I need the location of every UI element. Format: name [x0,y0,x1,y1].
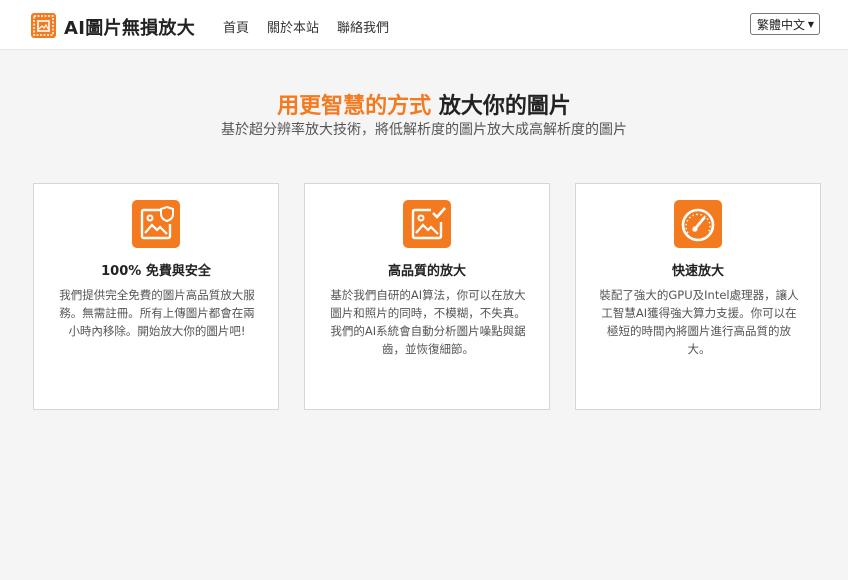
main-nav: 首頁 關於本站 聯絡我們 [223,17,407,36]
hero-title-accent: 用更智慧的方式 [277,94,432,119]
hero-title-rest: 放大你的圖片 [438,94,571,119]
dropdown-arrow-icon: ▼ [807,20,814,29]
language-select[interactable]: 繁體中文 ▼ [750,13,820,35]
photo-frame-icon[interactable] [31,13,56,38]
speedometer-icon [674,200,722,248]
feature-card-free-secure: 100% 免費與安全 我們提供完全免費的圖片高品質放大服務。無需註冊。所有上傳圖… [33,183,279,410]
top-navbar: AI圖片無損放大 首頁 關於本站 聯絡我們 繁體中文 ▼ [0,0,848,50]
image-check-icon [403,200,451,248]
site-logo-text[interactable]: AI圖片無損放大 [64,14,195,40]
feature-title: 高品質的放大 [387,264,466,279]
language-select-value: 繁體中文 [757,18,806,32]
hero-subtitle: 基於超分辨率放大技術，將低解析度的圖片放大成高解析度的圖片 [221,122,627,138]
nav-about[interactable]: 關於本站 [267,17,319,36]
feature-card-fast: 快速放大 裝配了強大的GPU及Intel處理器，讓人工智慧AI獲得強大算力支援。… [575,183,821,410]
feature-description: 裝配了強大的GPU及Intel處理器，讓人工智慧AI獲得強大算力支援。你可以在極… [599,288,799,356]
feature-description: 基於我們自研的AI算法，你可以在放大圖片和照片的同時，不模糊，不失真。我們的AI… [330,288,526,356]
feature-card-quality: 高品質的放大 基於我們自研的AI算法，你可以在放大圖片和照片的同時，不模糊，不失… [304,183,550,410]
hero-title: 用更智慧的方式 放大你的圖片 [0,88,848,120]
feature-description: 我們提供完全免費的圖片高品質放大服務。無需註冊。所有上傳圖片都會在兩小時內移除。… [59,288,255,338]
nav-home[interactable]: 首頁 [223,17,249,36]
nav-contact[interactable]: 聯絡我們 [337,17,389,36]
image-shield-icon [132,200,180,248]
feature-title: 100% 免費與安全 [101,264,211,279]
feature-title: 快速放大 [671,264,724,279]
